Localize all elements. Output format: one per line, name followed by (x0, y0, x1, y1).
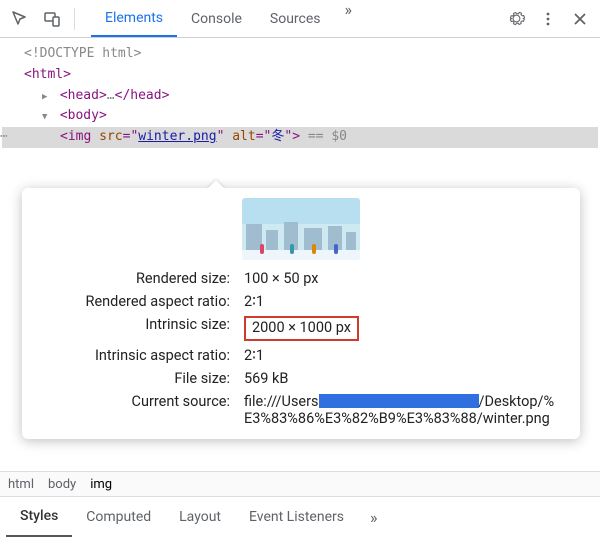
tab-console[interactable]: Console (177, 0, 256, 37)
rendered-size-label: Rendered size: (40, 270, 230, 287)
current-source-value[interactable]: file:///Users/Desktop/%E3%83%86%E3%82%B9… (244, 393, 562, 427)
devtools-toolbar: Elements Console Sources » (0, 0, 600, 38)
more-bottom-tabs-icon[interactable]: » (358, 508, 390, 527)
device-toggle-icon[interactable] (38, 5, 66, 33)
kebab-icon[interactable] (534, 5, 562, 33)
styles-tabbar: Styles Computed Layout Event Listeners » (0, 497, 600, 537)
intrinsic-size-value: 2000 × 1000 px (244, 316, 562, 341)
tab-styles[interactable]: Styles (6, 497, 72, 537)
intrinsic-size-label: Intrinsic size: (40, 316, 230, 341)
intrinsic-ratio-label: Intrinsic aspect ratio: (40, 347, 230, 364)
rendered-ratio-value: 2∶1 (244, 293, 562, 310)
inspect-icon[interactable] (6, 5, 34, 33)
rendered-size-value: 100 × 50 px (244, 270, 562, 287)
image-thumbnail (242, 198, 360, 260)
rendered-ratio-label: Rendered aspect ratio: (40, 293, 230, 310)
expand-icon[interactable] (42, 86, 52, 107)
gear-icon[interactable] (502, 5, 530, 33)
tab-event-listeners[interactable]: Event Listeners (235, 497, 358, 537)
tab-computed[interactable]: Computed (72, 497, 165, 537)
crumb-body[interactable]: body (48, 477, 76, 492)
tab-layout[interactable]: Layout (165, 497, 235, 537)
dom-tree[interactable]: <!DOCTYPE html> <html> <head>…</head> <b… (0, 38, 600, 148)
panel-tabs: Elements Console Sources » (91, 0, 362, 37)
head-line[interactable]: <head>…</head> (2, 86, 598, 107)
divider (74, 8, 75, 30)
current-source-label: Current source: (40, 393, 230, 427)
html-open[interactable]: <html> (2, 65, 598, 86)
tab-elements[interactable]: Elements (91, 0, 177, 37)
src-link[interactable]: winter.png (138, 129, 216, 144)
gutter-dots-icon[interactable]: ⋯ (0, 127, 8, 148)
close-icon[interactable] (566, 5, 594, 33)
body-open[interactable]: <body> (2, 106, 598, 127)
collapse-icon[interactable] (42, 106, 52, 127)
tab-sources[interactable]: Sources (256, 0, 335, 37)
file-size-label: File size: (40, 370, 230, 387)
intrinsic-ratio-value: 2∶1 (244, 347, 562, 364)
more-tabs-icon[interactable]: » (335, 0, 363, 37)
file-size-value: 569 kB (244, 370, 562, 387)
crumb-img[interactable]: img (90, 477, 112, 492)
doctype-line[interactable]: <!DOCTYPE html> (2, 44, 598, 65)
redacted-path (319, 394, 479, 408)
breadcrumb: html body img (0, 471, 600, 497)
img-element-line[interactable]: ⋯ <img src="winter.png" alt="冬"> == $0 (2, 127, 598, 148)
crumb-html[interactable]: html (8, 477, 34, 492)
image-info-popup: Rendered size: 100 × 50 px Rendered aspe… (22, 188, 580, 439)
